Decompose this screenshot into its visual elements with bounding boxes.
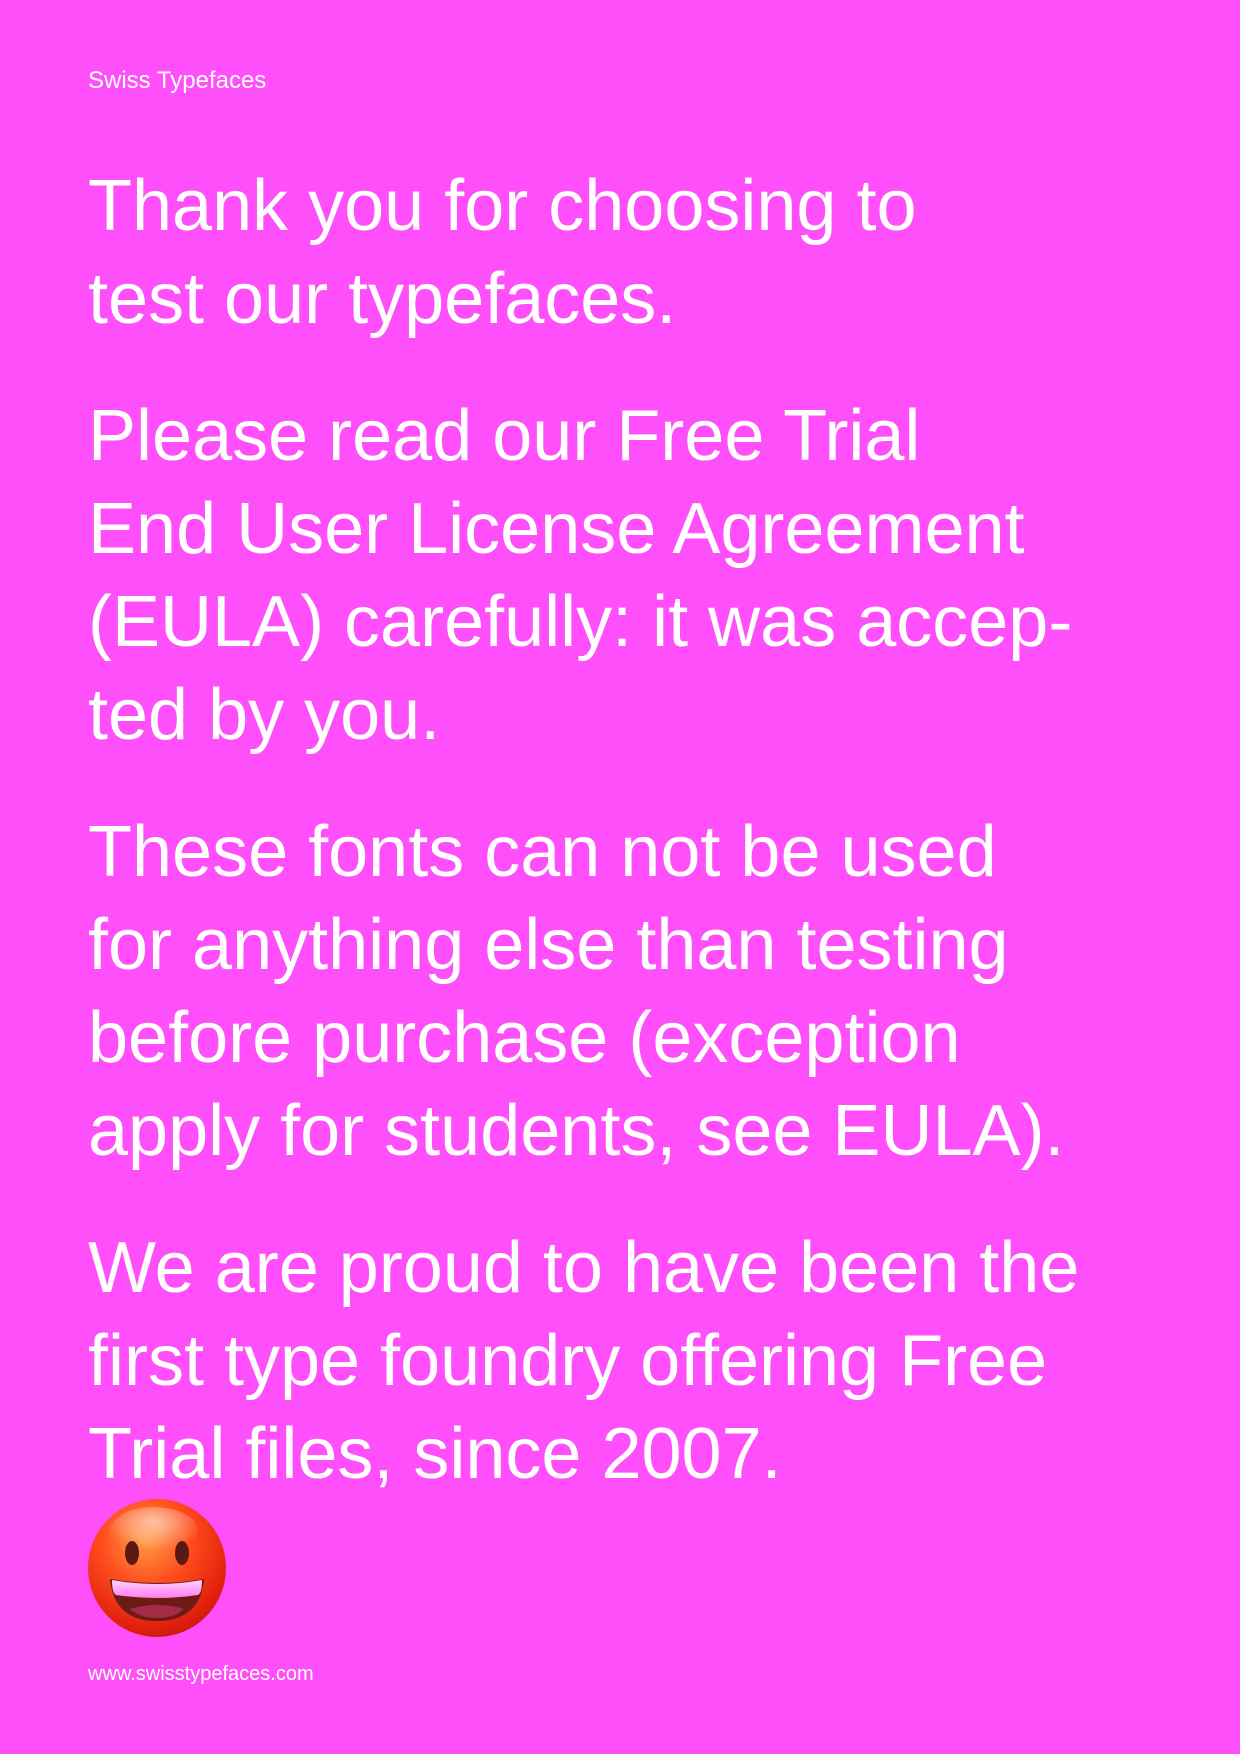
text-line: (EULA) carefully: it was accep- [88, 582, 1073, 662]
text-line: before purchase (exception [88, 998, 961, 1078]
text-line: test our typefaces. [88, 259, 677, 339]
usage-restriction-paragraph: These fonts can not be used for anything… [88, 806, 1208, 1178]
grinning-face-icon [86, 1497, 228, 1639]
trial-notice: Thank you for choosing to test our typef… [88, 160, 1208, 1501]
text-line: Please read our Free Trial [88, 396, 921, 476]
text-line: for anything else than testing [88, 905, 1009, 985]
text-line: first type foundry offering Free [88, 1321, 1048, 1401]
foundry-pride-paragraph: We are proud to have been the first type… [88, 1222, 1208, 1501]
text-line: Thank you for choosing to [88, 166, 917, 246]
text-line: End User License Agreement [88, 489, 1025, 569]
text-line: These fonts can not be used [88, 812, 997, 892]
brand-name: Swiss Typefaces [88, 67, 267, 94]
eula-paragraph: Please read our Free Trial End User Lice… [88, 390, 1208, 762]
text-line: ted by you. [88, 675, 441, 755]
thank-you-paragraph: Thank you for choosing to test our typef… [88, 160, 1208, 346]
website-url: www.swisstypefaces.com [88, 1663, 314, 1685]
text-line: Trial files, since 2007. [88, 1414, 782, 1494]
text-line: We are proud to have been the [88, 1228, 1080, 1308]
text-line: apply for students, see EULA). [88, 1091, 1065, 1171]
